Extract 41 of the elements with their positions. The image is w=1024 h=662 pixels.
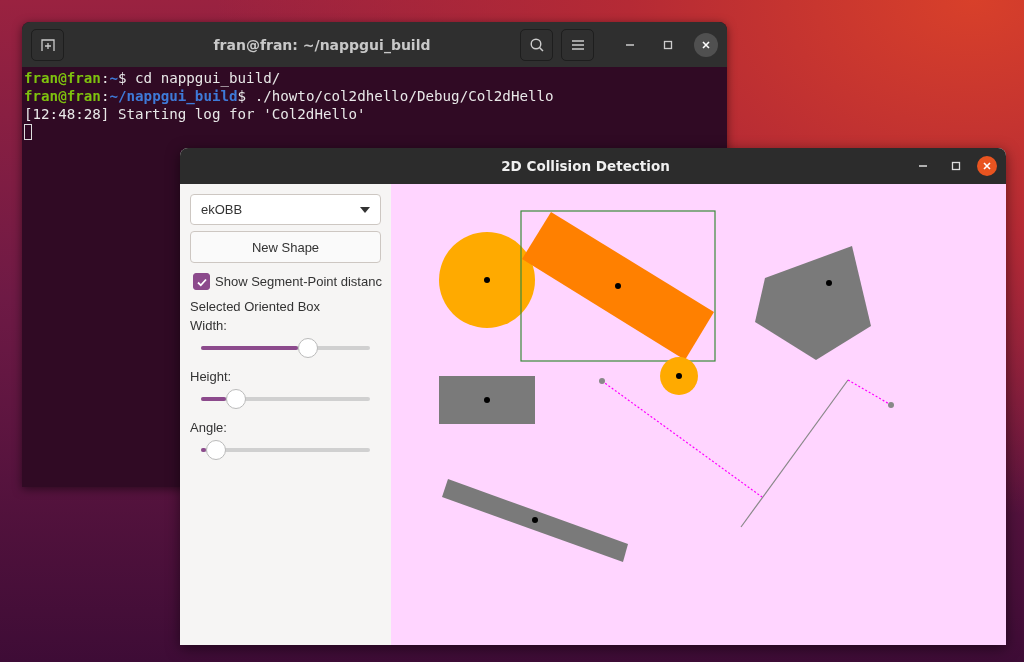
circle-shape	[660, 357, 698, 395]
center-point	[484, 397, 490, 403]
search-button[interactable]	[520, 28, 553, 61]
point-marker	[599, 378, 605, 384]
menu-button[interactable]	[561, 28, 594, 61]
new-tab-button[interactable]	[31, 28, 64, 61]
maximize-icon	[663, 39, 673, 50]
window-title: fran@fran: ~/nappgui_build	[212, 36, 432, 53]
menu-icon	[570, 38, 585, 51]
close-button[interactable]	[977, 156, 997, 176]
checkbox-label: Show Segment-Point distanc	[215, 274, 382, 289]
center-point	[826, 280, 832, 286]
checkbox[interactable]	[193, 273, 210, 290]
center-point	[676, 373, 682, 379]
section-label: Selected Oriented Box	[190, 299, 322, 314]
slider-label: Angle:	[190, 420, 228, 435]
terminal-line: fran@fran:~$ cd nappgui_build/	[24, 69, 281, 87]
window-title: 2D Collision Detection	[500, 158, 671, 174]
close-icon	[701, 39, 711, 50]
terminal-cursor	[24, 124, 32, 140]
search-icon	[528, 36, 545, 53]
slider-handle[interactable]	[205, 440, 226, 460]
new-tab-icon	[39, 36, 56, 53]
slider-handle[interactable]	[298, 338, 319, 358]
terminal-line: fran@fran:~/nappgui_build$ ./howto/col2dhello/Debug/Col2dHello	[24, 87, 554, 105]
shape-type-dropdown[interactable]: ekOBB	[190, 194, 381, 225]
center-point	[484, 277, 490, 283]
slider-label: Height:	[190, 369, 233, 384]
maximize-icon	[951, 161, 961, 171]
close-button[interactable]	[694, 32, 718, 57]
terminal-line: [12:48:28] Starting log for 'Col2dHello'	[24, 105, 366, 123]
slider-handle[interactable]	[225, 389, 246, 409]
point-marker	[888, 402, 894, 408]
minimize-icon	[918, 165, 928, 167]
minimize-icon	[625, 43, 635, 46]
center-point	[532, 517, 538, 523]
center-point	[615, 283, 621, 289]
close-icon	[982, 161, 992, 171]
new-shape-button[interactable]: New Shape	[190, 231, 381, 263]
caret-icon	[360, 206, 370, 213]
slider-label: Width:	[190, 318, 228, 333]
